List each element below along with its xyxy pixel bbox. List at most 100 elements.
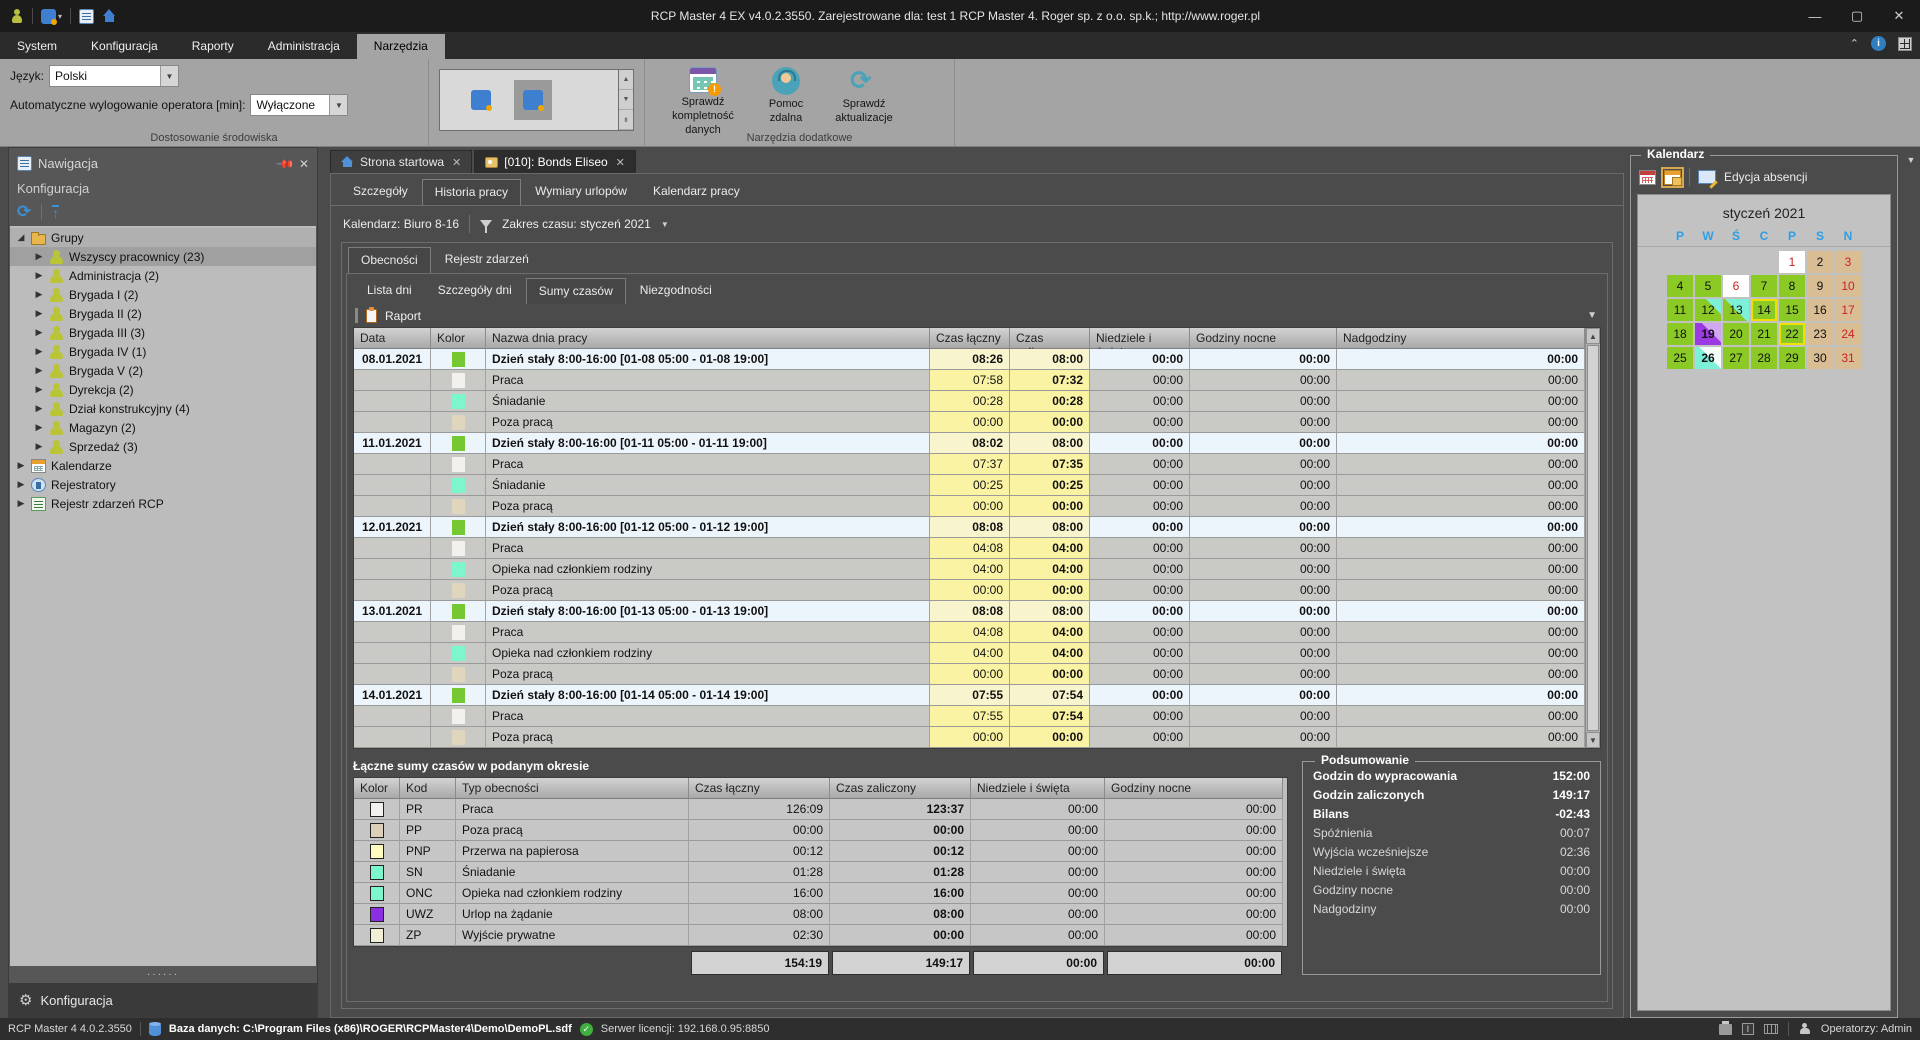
check-data-completeness-button[interactable]: Sprawdź kompletność danych: [655, 65, 751, 137]
summary-row[interactable]: ZPWyjście prywatne02:3000:0000:0000:00: [354, 925, 1287, 946]
calendar-day[interactable]: 9: [1807, 275, 1833, 297]
document-tab[interactable]: [010]: Bonds Eliseo✕: [474, 150, 636, 173]
window-layout-icon[interactable]: [1898, 37, 1912, 51]
pin-icon[interactable]: 📌: [275, 153, 295, 173]
table-row[interactable]: Opieka nad członkiem rodziny04:0004:0000…: [354, 559, 1585, 580]
chevron-down-icon[interactable]: ▼: [329, 95, 347, 115]
calendar-day[interactable]: 19: [1695, 323, 1721, 345]
calendar-day[interactable]: 20: [1723, 323, 1749, 345]
calendar-day[interactable]: 14: [1751, 299, 1777, 321]
check-updates-button[interactable]: ⟳ Sprawdź aktualizacje: [821, 65, 907, 137]
calendar-day[interactable]: 5: [1695, 275, 1721, 297]
tab-szczegóły-dni[interactable]: Szczegóły dni: [426, 278, 524, 304]
column-header[interactable]: Kod: [400, 778, 456, 799]
calendar-edit-mode-icon[interactable]: [1664, 170, 1681, 185]
close-icon[interactable]: ✕: [452, 156, 461, 169]
column-header[interactable]: Nazwa dnia pracy: [486, 328, 930, 349]
tree-item[interactable]: ▶Dyrekcja (2): [10, 380, 316, 399]
calendar-day[interactable]: 30: [1807, 347, 1833, 369]
calendar-day[interactable]: 15: [1779, 299, 1805, 321]
tree-item[interactable]: ▶Brygada III (3): [10, 323, 316, 342]
calendar-day[interactable]: 4: [1667, 275, 1693, 297]
close-button[interactable]: ✕: [1878, 0, 1920, 32]
operator-icon[interactable]: [10, 9, 24, 23]
maximize-button[interactable]: ▢: [1836, 0, 1878, 32]
scroll-thumb[interactable]: [1587, 345, 1599, 731]
gallery-expand-icon[interactable]: ⇟: [619, 110, 633, 130]
table-row[interactable]: 11.01.2021Dzień stały 8:00-16:00 [01-11 …: [354, 433, 1585, 454]
summary-row[interactable]: UWZUrlop na żądanie08:0008:0000:0000:00: [354, 904, 1287, 925]
tab-historia-pracy[interactable]: Historia pracy: [422, 179, 521, 205]
menu-tab-administracja[interactable]: Administracja: [251, 34, 357, 59]
calendar-day[interactable]: 29: [1779, 347, 1805, 369]
autologout-select[interactable]: Wyłączone ▼: [250, 94, 348, 116]
tree-item[interactable]: ▶Rejestratory: [10, 475, 316, 494]
column-header[interactable]: Czas łączny: [930, 328, 1010, 349]
calendar-day[interactable]: 18: [1667, 323, 1693, 345]
tree-item[interactable]: ▶Rejestr zdarzeń RCP: [10, 494, 316, 513]
column-header[interactable]: Nadgodziny: [1337, 328, 1585, 349]
collapsed-arrow-icon[interactable]: ▶: [16, 479, 26, 490]
time-range-button[interactable]: Zakres czasu: styczeń 2021: [502, 217, 651, 231]
collapse-ribbon-icon[interactable]: ⌃: [1850, 37, 1859, 50]
calendar-day[interactable]: 22: [1779, 323, 1805, 345]
calendar-day[interactable]: 12: [1695, 299, 1721, 321]
column-header[interactable]: Kolor: [431, 328, 486, 349]
info-icon[interactable]: i: [1871, 36, 1886, 51]
menu-tab-konfiguracja[interactable]: Konfiguracja: [74, 34, 175, 59]
close-icon[interactable]: ✕: [616, 156, 625, 169]
table-row[interactable]: Praca04:0804:0000:0000:0000:00: [354, 538, 1585, 559]
scroll-up-icon[interactable]: ▲: [1586, 328, 1600, 344]
collapsed-arrow-icon[interactable]: ▶: [34, 365, 44, 376]
tree-item[interactable]: ▶Brygada II (2): [10, 304, 316, 323]
calendar-day[interactable]: 10: [1835, 275, 1861, 297]
tab-sumy-czasów[interactable]: Sumy czasów: [526, 278, 626, 304]
table-row[interactable]: 08.01.2021Dzień stały 8:00-16:00 [01-08 …: [354, 349, 1585, 370]
calendar-day[interactable]: 21: [1751, 323, 1777, 345]
tree-item[interactable]: ▶Magazyn (2): [10, 418, 316, 437]
keyboard-icon[interactable]: [1764, 1024, 1778, 1034]
edit-absence-button[interactable]: Edycja absencji: [1724, 170, 1807, 184]
table-row[interactable]: Praca07:3707:3500:0000:0000:00: [354, 454, 1585, 475]
chevron-down-icon[interactable]: ▼: [160, 66, 178, 86]
scroll-down-icon[interactable]: ▼: [619, 90, 633, 110]
calendar-day[interactable]: 11: [1667, 299, 1693, 321]
report-header[interactable]: Raport ▼: [347, 304, 1607, 327]
calendar-day[interactable]: 27: [1723, 347, 1749, 369]
tab-lista-dni[interactable]: Lista dni: [355, 278, 424, 304]
theme-gallery-scroll[interactable]: ▲ ▼ ⇟: [619, 69, 634, 131]
column-header[interactable]: Godziny nocne: [1105, 778, 1283, 799]
column-header[interactable]: Niedziele i święta: [971, 778, 1105, 799]
summary-row[interactable]: ONCOpieka nad członkiem rodziny16:0016:0…: [354, 883, 1287, 904]
summary-row[interactable]: PRPraca126:09123:3700:0000:00: [354, 799, 1287, 820]
calendar-day[interactable]: 28: [1751, 347, 1777, 369]
tab-wymiary-urlopów[interactable]: Wymiary urlopów: [523, 179, 639, 205]
collapsed-arrow-icon[interactable]: ▶: [16, 498, 26, 509]
summary-row[interactable]: PNPPrzerwa na papierosa00:1200:1200:0000…: [354, 841, 1287, 862]
chevron-down-icon[interactable]: ▼: [661, 220, 669, 229]
collapse-all-icon[interactable]: ↑: [52, 205, 59, 219]
remote-help-button[interactable]: Pomoc zdalna: [755, 65, 817, 137]
close-icon[interactable]: ✕: [299, 157, 309, 171]
scroll-down-icon[interactable]: ▼: [1586, 732, 1600, 748]
table-row[interactable]: Śniadanie00:2500:2500:0000:0000:00: [354, 475, 1585, 496]
tree-item[interactable]: ▶Brygada I (2): [10, 285, 316, 304]
column-header[interactable]: Czas zaliczony: [1010, 328, 1090, 349]
vertical-scrollbar[interactable]: ▲ ▼: [1585, 328, 1600, 748]
column-header[interactable]: Typ obecności: [456, 778, 689, 799]
document-tab[interactable]: Strona startowa✕: [330, 150, 472, 173]
tree-item[interactable]: ▶Brygada V (2): [10, 361, 316, 380]
tab-niezgodności[interactable]: Niezgodności: [628, 278, 724, 304]
collapsed-arrow-icon[interactable]: ▶: [34, 346, 44, 357]
column-header[interactable]: Czas zaliczony: [830, 778, 971, 799]
calendar-day[interactable]: 2: [1807, 251, 1833, 273]
theme-option[interactable]: [462, 80, 500, 120]
app-menu-button[interactable]: ▾: [41, 9, 62, 24]
collapsed-arrow-icon[interactable]: ▶: [34, 270, 44, 281]
summary-row[interactable]: PPPoza pracą00:0000:0000:0000:00: [354, 820, 1287, 841]
chevron-down-icon[interactable]: ▼: [1587, 310, 1597, 321]
theme-option-selected[interactable]: [514, 80, 552, 120]
minimize-button[interactable]: —: [1794, 0, 1836, 32]
navigation-panel-icon[interactable]: [79, 9, 94, 24]
calendar-view-icon[interactable]: [1639, 170, 1656, 185]
